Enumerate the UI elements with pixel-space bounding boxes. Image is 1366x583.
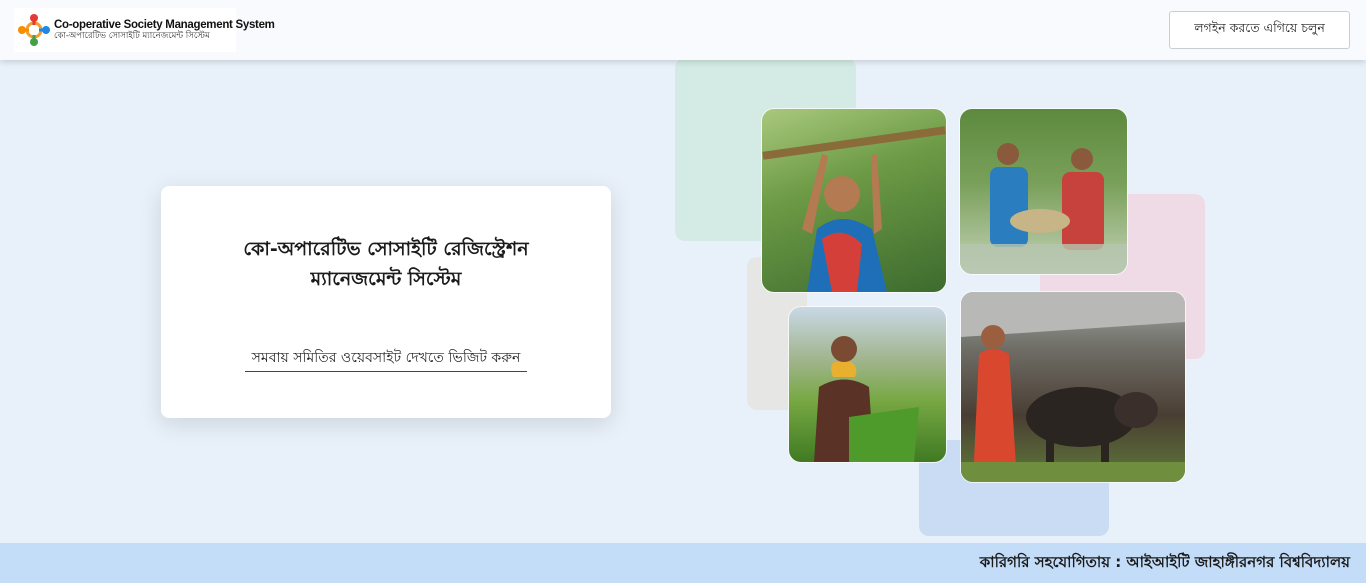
hero-card: কো-অপারেটিভ সোসাইটি রেজিস্ট্রেশন ম্যানেজ… bbox=[161, 186, 611, 418]
photo-woman-cattle bbox=[961, 292, 1185, 482]
visit-website-link[interactable]: সমবায় সমিতির ওয়েবসাইট দেখতে ভিজিট করুন bbox=[245, 346, 527, 372]
photo-farmer-field bbox=[789, 307, 946, 462]
top-navbar: Co-operative Society Management System ক… bbox=[0, 0, 1366, 60]
photo-women-fish-illustration bbox=[960, 143, 1127, 274]
photo-woman-garden bbox=[762, 109, 946, 292]
photo-woman-cattle-illustration bbox=[961, 292, 1185, 482]
hero-title: কো-অপারেটিভ সোসাইটি রেজিস্ট্রেশন ম্যানেজ… bbox=[161, 234, 611, 294]
hero-title-line2: ম্যানেজমেন্ট সিস্টেম bbox=[310, 268, 462, 290]
photo-farmer-field-illustration bbox=[814, 336, 919, 462]
photo-woman-garden-illustration bbox=[762, 126, 946, 292]
logo-title: Co-operative Society Management System bbox=[54, 19, 275, 31]
login-button[interactable]: লগইন করতে এগিয়ে চলুন bbox=[1169, 11, 1350, 49]
site-logo[interactable]: Co-operative Society Management System ক… bbox=[14, 8, 275, 52]
cooperative-logo-icon bbox=[18, 14, 50, 46]
photo-women-fish bbox=[960, 109, 1127, 274]
hero-title-line1: কো-অপারেটিভ সোসাইটি রেজিস্ট্রেশন bbox=[243, 238, 529, 260]
footer-credit: কারিগরি সহযোগিতায় : আইআইটি জাহাঙ্গীরনগর… bbox=[979, 553, 1350, 571]
footer-bar: কারিগরি সহযোগিতায় : আইআইটি জাহাঙ্গীরনগর… bbox=[0, 543, 1366, 583]
logo-subtitle: কো-অপারেটিভ সোসাইটি ম্যানেজমেন্ট সিস্টেম bbox=[54, 30, 210, 41]
